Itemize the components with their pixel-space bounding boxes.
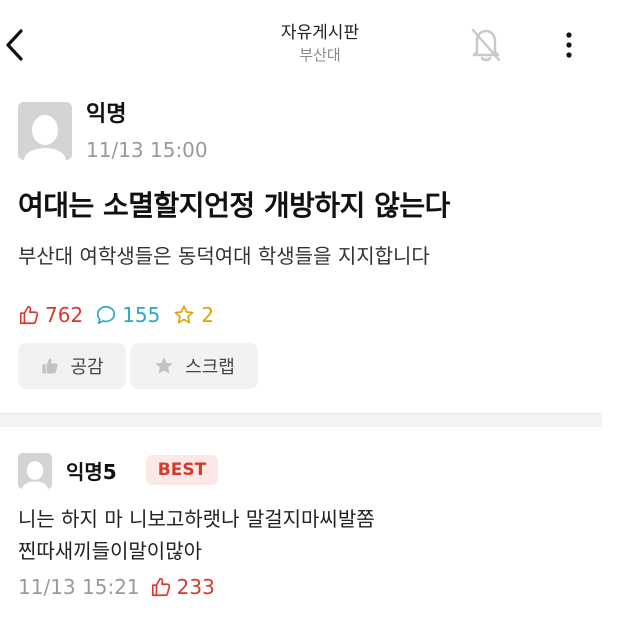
default-profile-icon [18,453,52,489]
scrap-button[interactable]: 스크랩 [130,343,258,389]
post-title: 여대는 소멸할지언정 개방하지 않는다 [18,189,450,222]
comment-author: 익명5 [66,460,117,484]
post-stats: 762 155 2 [18,300,226,330]
back-button[interactable] [0,22,30,68]
default-profile-icon [18,102,72,160]
comment-count-value: 155 [122,303,161,327]
more-vertical-icon [566,32,572,58]
section-divider [0,413,602,427]
comment-author-avatar [18,453,52,489]
like-button[interactable]: 공감 [18,343,126,389]
notification-toggle-button[interactable] [466,24,506,64]
post-timestamp: 11/13 15:00 [86,138,208,162]
comment-like-count[interactable]: 233 [150,575,215,599]
comment-like-value: 233 [176,575,215,599]
scrap-button-label: 스크랩 [185,357,235,378]
like-button-label: 공감 [70,357,104,378]
author-avatar [18,102,72,160]
thumbs-up-icon [19,305,39,325]
thumbs-up-icon [151,577,170,597]
chevron-left-icon [6,29,23,61]
post-body: 부산대 여학생들은 동덕여대 학생들을 지지합니다 [18,244,430,268]
thumbs-up-filled-icon [42,358,59,374]
top-bar: 자유게시판 부산대 [0,0,640,90]
comment-timestamp: 11/13 15:21 [18,575,140,599]
comment-text-line: 찐따새끼들이말이많아 [18,539,202,563]
post-author: 익명 [86,102,127,127]
board-subtitle: 부산대 [299,46,341,64]
board-title: 자유게시판 [280,23,360,43]
scrap-count: 2 [172,303,214,327]
scrap-count-value: 2 [201,303,215,327]
like-count-value: 762 [45,303,84,327]
like-count: 762 [18,303,83,327]
comment-text-line: 니는 하지 마 니보고하랫나 말걸지마씨발쫌 [18,507,375,531]
comment-count: 155 [95,303,160,327]
header-titles: 자유게시판 부산대 [220,22,420,66]
bell-off-icon [471,28,501,62]
star-icon [174,305,194,324]
best-badge: BEST [146,455,218,485]
star-filled-icon [155,357,173,374]
comment-meta: 11/13 15:21 233 [18,573,215,601]
more-options-button[interactable] [554,28,584,62]
speech-bubble-icon [97,305,116,325]
